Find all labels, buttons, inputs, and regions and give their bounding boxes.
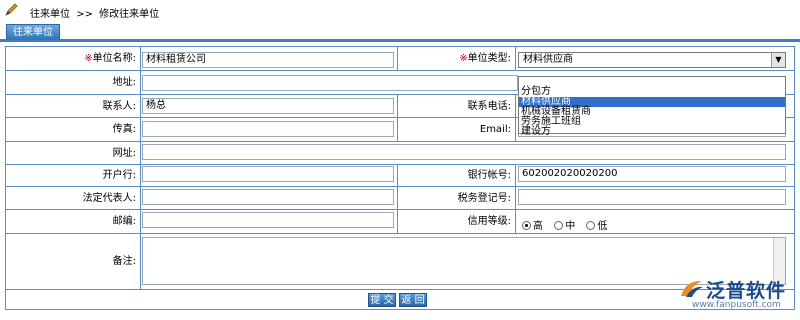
- contact-label: 联系人:: [6, 95, 141, 117]
- fax-label: 传真:: [6, 118, 141, 141]
- pencil-icon: [5, 3, 18, 16]
- logo-mark-icon: [681, 280, 703, 297]
- phone-label: 联系电话:: [398, 95, 516, 117]
- logo: 泛普软件 www.fanpusoft.com: [678, 276, 796, 312]
- contact-input[interactable]: 杨总: [142, 98, 394, 114]
- radio-medium[interactable]: [554, 221, 564, 230]
- tax-reg-label: 税务登记号:: [398, 187, 516, 209]
- unit-type-selected-value: 材料供应商: [523, 54, 573, 65]
- breadcrumb: 往来单位 >> 修改往来单位: [0, 0, 800, 22]
- credit-radio-group: 高 中 低: [522, 217, 615, 232]
- logo-url: www.fanpusoft.com: [692, 300, 781, 310]
- chevron-down-icon[interactable]: ▼: [771, 53, 785, 67]
- account-input[interactable]: 602002020020200: [518, 166, 786, 182]
- bank-label: 开户行:: [6, 165, 141, 186]
- radio-medium-label: 中: [565, 221, 576, 232]
- radio-low[interactable]: [586, 221, 596, 230]
- legal-rep-input[interactable]: [142, 189, 394, 205]
- legal-rep-label: 法定代表人:: [6, 187, 141, 209]
- tab-unit[interactable]: 往来单位: [6, 24, 60, 40]
- address-label: 地址:: [6, 71, 141, 94]
- radio-high-label: 高: [533, 221, 543, 232]
- breadcrumb-item-current: 修改往来单位: [99, 9, 160, 20]
- website-input[interactable]: [142, 144, 786, 160]
- email-label: Email:: [398, 118, 516, 141]
- tax-reg-input[interactable]: [518, 189, 786, 205]
- remark-label: 备注:: [6, 234, 141, 289]
- postcode-input[interactable]: [142, 212, 394, 228]
- credit-label: 信用等级:: [398, 210, 516, 233]
- dropdown-option[interactable]: [519, 77, 785, 87]
- dropdown-option[interactable]: 劳务施工班组: [519, 117, 785, 127]
- radio-high[interactable]: [522, 221, 531, 230]
- breadcrumb-item-parent[interactable]: 往来单位: [30, 9, 70, 20]
- address-input[interactable]: [142, 75, 518, 91]
- tab-bar: 往来单位: [0, 22, 800, 42]
- required-mark: ※: [459, 53, 468, 64]
- breadcrumb-separator: >>: [76, 9, 93, 20]
- unit-name-input[interactable]: 材料租赁公司: [142, 52, 394, 68]
- unit-name-label: ※单位名称:: [6, 47, 141, 70]
- submit-button[interactable]: 提 交: [368, 293, 396, 307]
- radio-low-label: 低: [597, 221, 608, 232]
- form-row-postcode-credit: 邮编: 信用等级:: [6, 210, 794, 234]
- fax-input[interactable]: [142, 121, 394, 137]
- breadcrumb-text: 往来单位 >> 修改往来单位: [30, 5, 162, 20]
- account-label: 银行帐号:: [398, 165, 516, 186]
- postcode-label: 邮编:: [6, 210, 141, 233]
- dropdown-option[interactable]: 建设方: [519, 127, 785, 137]
- unit-type-label: ※单位类型:: [398, 47, 516, 70]
- unit-type-dropdown-list: 分包方 材料供应商 机械设备租赁商 劳务施工班组 建设方: [518, 76, 786, 137]
- bank-input[interactable]: [142, 166, 394, 182]
- back-button[interactable]: 返 回: [399, 293, 427, 307]
- logo-name: 泛普软件: [706, 280, 787, 302]
- required-mark: ※: [84, 53, 93, 64]
- unit-type-select[interactable]: 材料供应商 ▼: [518, 52, 786, 68]
- website-label: 网址:: [6, 142, 141, 164]
